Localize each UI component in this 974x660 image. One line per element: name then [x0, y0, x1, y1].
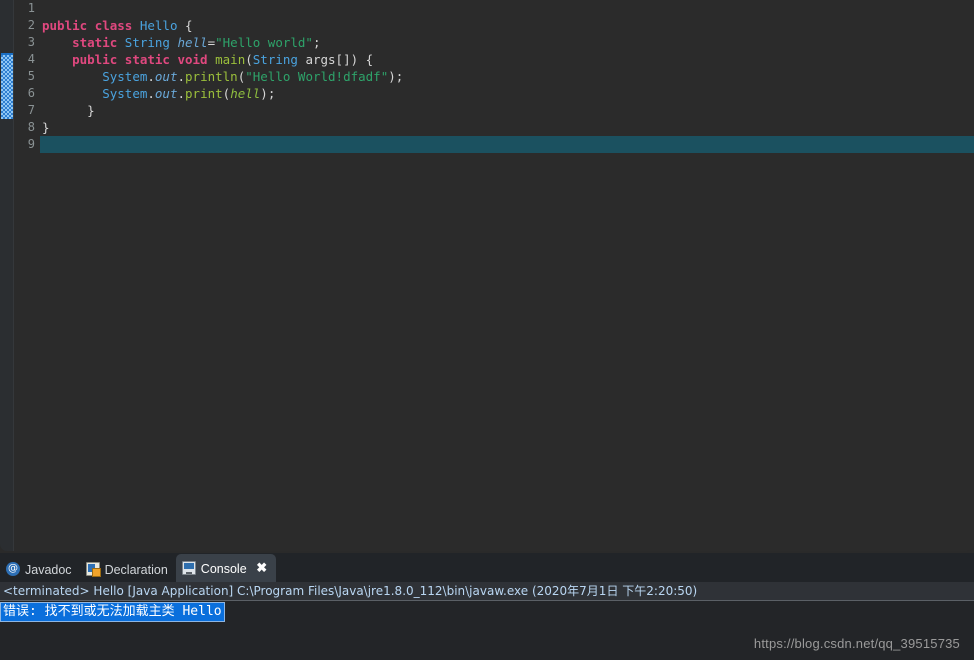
code-token: ; — [312, 35, 321, 50]
code-token: String — [124, 35, 170, 50]
line-number: 2 — [27, 18, 35, 32]
code-token: Hello — [139, 18, 178, 33]
line-number: 9 — [27, 137, 35, 151]
code-token: { — [177, 18, 193, 33]
code-surface[interactable]: public class Hello { static String hell=… — [40, 0, 974, 551]
java-editor-panel[interactable]: 1 2 3 4 5 6 7 8 9 public class Hello { static St… — [0, 0, 974, 551]
line-number: 1 — [27, 1, 35, 15]
code-token: . — [147, 86, 155, 101]
code-token: . — [177, 69, 186, 84]
tab-javadoc[interactable]: @ Javadoc — [0, 556, 80, 582]
code-token: System — [102, 86, 148, 101]
tab-label: Console — [200, 561, 247, 576]
code-token: "Hello World!dfadf" — [245, 69, 389, 84]
code-token: out — [154, 69, 178, 84]
code-token: void — [177, 52, 208, 67]
code-token: print — [185, 86, 223, 101]
code-line[interactable]: public class Hello { — [42, 17, 974, 34]
line-number: 5 — [27, 69, 35, 83]
tab-label: Javadoc — [25, 562, 72, 577]
console-error-line[interactable]: 错误: 找不到或无法加载主类 Hello — [0, 602, 225, 622]
code-line[interactable]: } — [42, 102, 974, 119]
line-number: 8 — [27, 120, 35, 134]
console-monitor-icon — [181, 561, 196, 575]
code-token: "Hello world" — [215, 35, 313, 50]
code-token: = — [207, 35, 216, 50]
line-number-gutter: 1 2 3 4 5 6 7 8 9 — [14, 0, 39, 551]
code-token: public — [72, 52, 118, 67]
code-token: public — [42, 18, 88, 33]
code-token: String — [252, 52, 298, 67]
code-line[interactable] — [42, 0, 974, 17]
code-token: } — [42, 103, 95, 118]
code-token: main — [215, 52, 246, 67]
close-icon[interactable]: ✖ — [256, 561, 268, 574]
line-number: 7 — [27, 103, 35, 117]
code-token: println — [185, 69, 238, 84]
code-token: ); — [388, 69, 404, 84]
console-output-area[interactable]: 错误: 找不到或无法加载主类 Hello — [0, 601, 974, 622]
code-line[interactable]: public static void main(String args[]) { — [42, 51, 974, 68]
code-token: hell — [230, 86, 261, 101]
code-token: static — [124, 52, 170, 67]
tab-label: Declaration — [104, 562, 168, 577]
tab-declaration[interactable]: Declaration — [80, 556, 176, 582]
code-line[interactable]: System.out.print(hell); — [42, 85, 974, 102]
line-number: 6 — [27, 86, 35, 100]
code-line[interactable]: System.out.println("Hello World!dfadf"); — [42, 68, 974, 85]
code-token: hell — [177, 35, 208, 50]
view-tab-bar[interactable]: @ Javadoc Declaration Console ✖ — [0, 553, 974, 582]
javadoc-at-icon: @ — [6, 562, 20, 576]
tab-console[interactable]: Console ✖ — [175, 554, 276, 582]
line-number: 3 — [27, 35, 35, 49]
console-launch-configuration-line: <terminated> Hello [Java Application] C:… — [0, 582, 974, 601]
method-range-marker — [1, 53, 13, 119]
code-text-area[interactable]: public class Hello { static String hell=… — [40, 0, 974, 153]
code-token: System — [102, 69, 148, 84]
declaration-document-icon — [85, 562, 101, 577]
code-token: static — [72, 35, 118, 50]
code-token: ( — [245, 52, 253, 67]
code-token: . — [147, 69, 155, 84]
line-number: 4 — [27, 52, 35, 66]
watermark-url: https://blog.csdn.net/qq_39515735 — [753, 636, 960, 651]
code-token: args[]) { — [297, 52, 374, 67]
code-line[interactable]: static String hell="Hello world"; — [42, 34, 974, 51]
code-token: class — [94, 18, 133, 33]
annotation-overview-ruler[interactable] — [0, 0, 14, 551]
code-token: ); — [260, 86, 276, 101]
code-token: } — [42, 120, 50, 135]
eclipse-ide-window: 1 2 3 4 5 6 7 8 9 public class Hello { static St… — [0, 0, 974, 660]
code-token: out — [154, 86, 178, 101]
code-line[interactable] — [42, 136, 974, 153]
code-token: . — [177, 86, 186, 101]
code-line[interactable]: } — [42, 119, 974, 136]
